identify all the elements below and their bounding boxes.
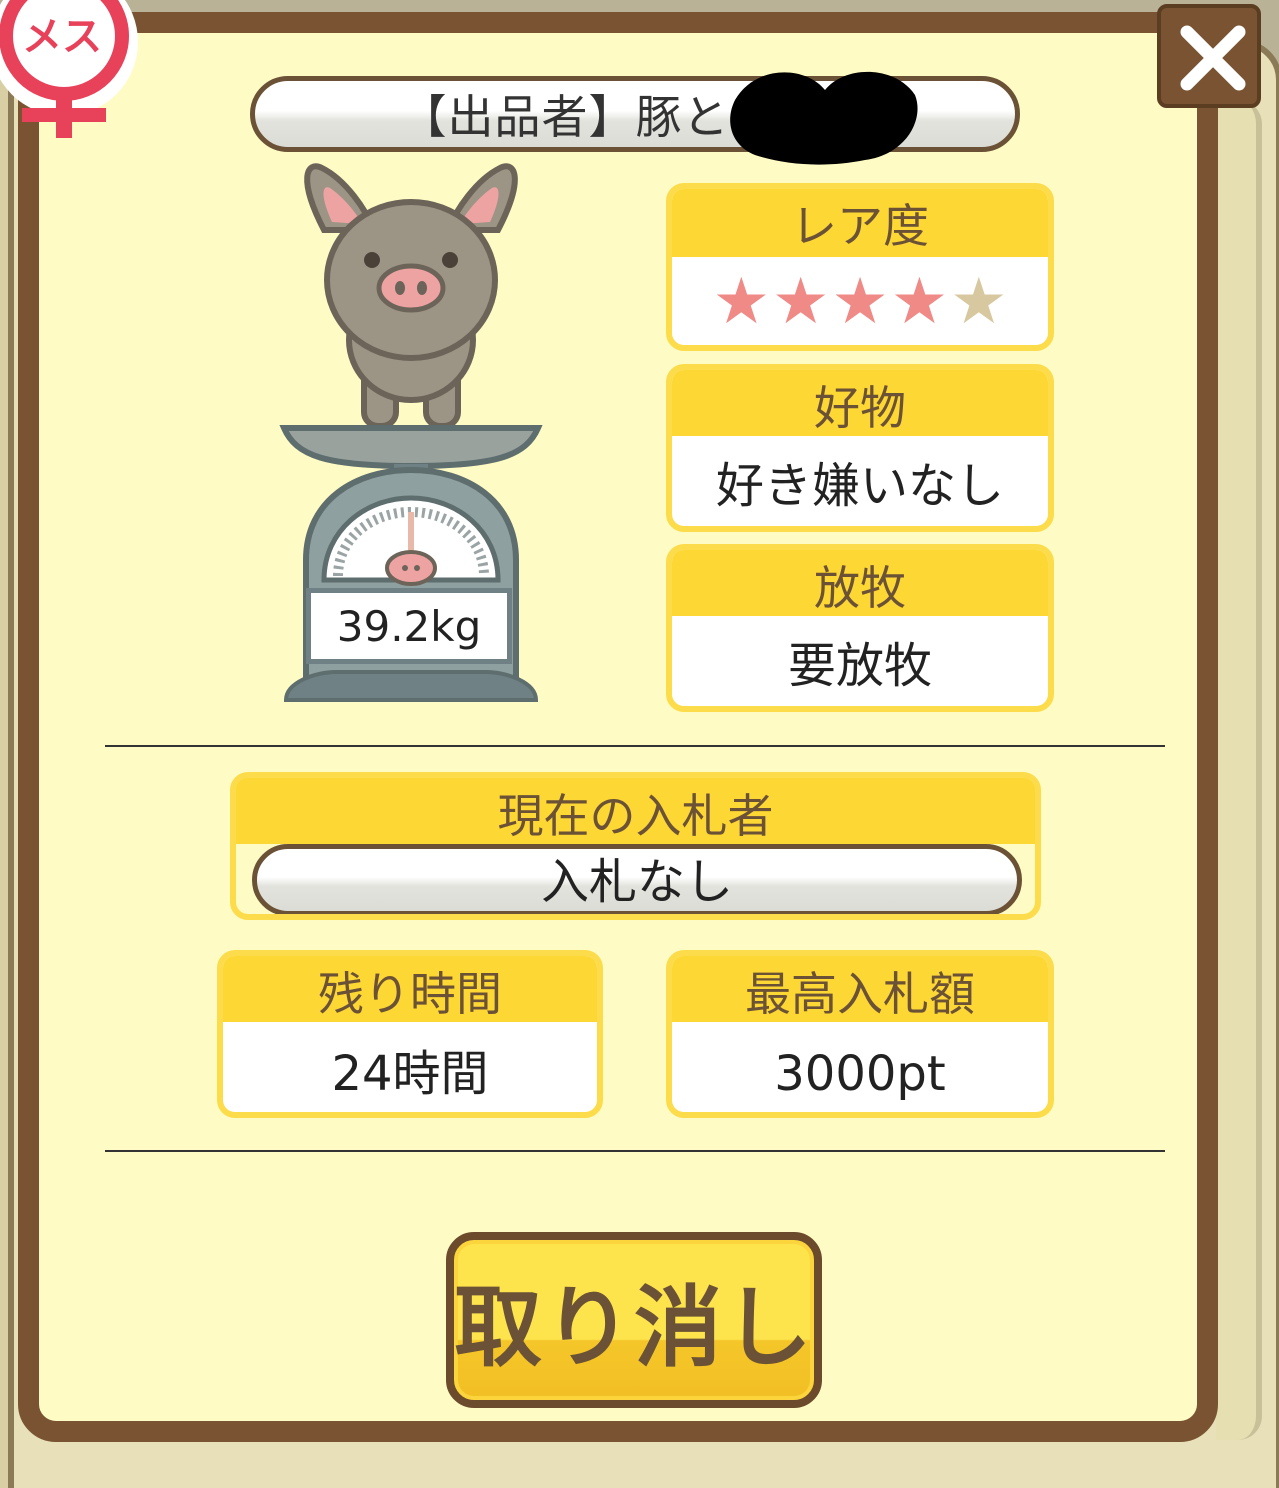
- max-bid-value: 3000pt: [774, 1046, 946, 1102]
- favorite-food-value: 好き嫌いなし: [715, 458, 1004, 514]
- star-filled-icon: ★: [890, 265, 949, 339]
- redaction-scribble: [730, 71, 918, 165]
- auction-detail-screen: メス 【出品者】豚と 39.2kg レア度 ★ ★ ★ ★ ★ 好物 好き嫌いな…: [0, 0, 1279, 1488]
- panel-edge: [1216, 100, 1262, 1440]
- star-empty-icon: ★: [950, 265, 1008, 339]
- weight-display: 39.2kg: [306, 588, 512, 664]
- time-left-card: 残り時間 24時間: [217, 950, 603, 1118]
- grazing-card: 放牧 要放牧: [666, 544, 1054, 712]
- grazing-label: 放牧: [672, 550, 1048, 616]
- divider-bottom: [105, 1150, 1165, 1152]
- close-button[interactable]: [1157, 4, 1261, 108]
- seller-name: 【出品者】豚と: [400, 90, 730, 144]
- max-bid-label: 最高入札額: [672, 956, 1048, 1022]
- time-left-value: 24時間: [331, 1046, 489, 1102]
- female-badge: メス: [0, 0, 138, 138]
- cancel-button[interactable]: 取り消し: [446, 1232, 822, 1408]
- star-filled-icon: ★: [712, 265, 770, 339]
- close-icon: [1180, 25, 1246, 91]
- max-bid-card: 最高入札額 3000pt: [666, 950, 1054, 1118]
- divider-top: [105, 745, 1165, 747]
- grazing-value: 要放牧: [787, 638, 932, 694]
- favorite-food-card: 好物 好き嫌いなし: [666, 364, 1054, 532]
- gender-label: メス: [22, 14, 102, 60]
- favorite-food-label: 好物: [672, 370, 1048, 436]
- rarity-card: レア度 ★ ★ ★ ★ ★: [666, 183, 1054, 351]
- current-bidder-label: 現在の入札者: [497, 789, 774, 843]
- current-bidder-value: 入札なし: [252, 844, 1022, 914]
- star-filled-icon: ★: [771, 265, 830, 339]
- rarity-stars: ★ ★ ★ ★ ★: [672, 257, 1048, 345]
- time-left-label: 残り時間: [223, 956, 597, 1022]
- star-filled-icon: ★: [831, 265, 889, 339]
- current-bidder-card: 現在の入札者 入札なし: [230, 772, 1041, 920]
- current-bidder-body: 入札なし: [236, 844, 1035, 914]
- rarity-label: レア度: [672, 189, 1048, 257]
